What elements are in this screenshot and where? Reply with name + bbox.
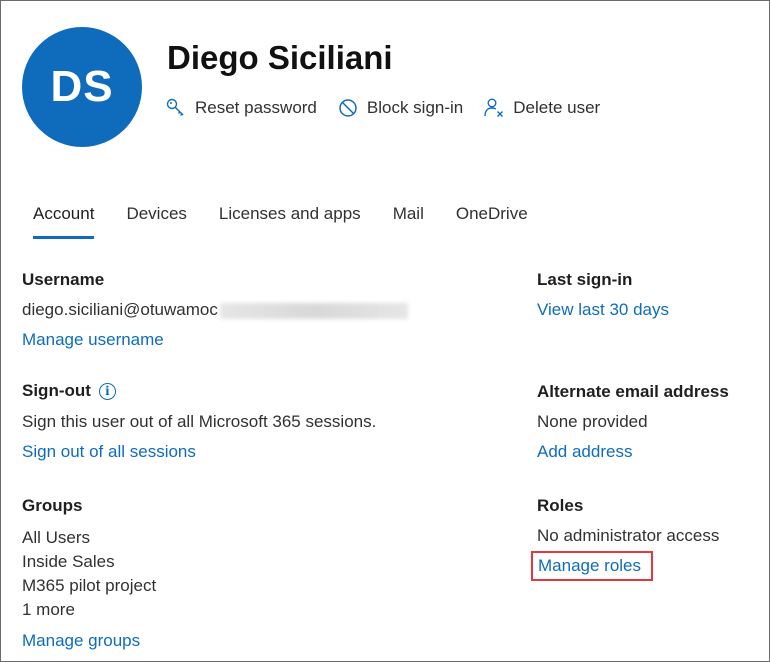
signout-section: Sign-out i Sign this user out of all Mic… [22,381,376,462]
reset-password-button[interactable]: Reset password [165,97,317,119]
tab-onedrive[interactable]: OneDrive [444,197,540,232]
manage-roles-highlight: Manage roles [531,551,719,581]
delete-user-label: Delete user [513,98,601,117]
avatar: DS [22,27,142,147]
tab-mail[interactable]: Mail [381,197,436,232]
username-value-row: diego.siciliani@otuwamoc [22,300,408,320]
alt-email-section: Alternate email address None provided Ad… [537,382,729,462]
tab-account[interactable]: Account [21,197,106,239]
signout-label: Sign-out [22,381,91,400]
list-item: Inside Sales [22,552,115,571]
manage-username-link[interactable]: Manage username [22,330,408,350]
groups-label: Groups [22,496,83,515]
roles-section: Roles No administrator access Manage rol… [531,496,720,581]
tab-bar: Account Devices Licenses and apps Mail O… [21,197,548,239]
alt-email-label: Alternate email address [537,382,729,401]
roles-value: No administrator access [537,526,720,545]
key-icon [165,97,187,119]
tab-licenses-and-apps[interactable]: Licenses and apps [207,197,373,232]
reset-password-label: Reset password [195,98,317,117]
delete-user-button[interactable]: Delete user [483,97,600,119]
last-signin-section: Last sign-in View last 30 days [537,270,669,320]
username-label: Username [22,270,105,289]
username-value: diego.siciliani@otuwamoc [22,300,218,319]
block-sign-in-label: Block sign-in [366,98,464,117]
delete-user-icon [483,97,505,119]
username-section: Username diego.siciliani@otuwamoc Manage… [22,270,408,350]
view-last-30-days-link[interactable]: View last 30 days [537,300,669,320]
groups-list: All Users Inside Sales M365 pilot projec… [22,526,156,622]
block-icon [337,97,359,119]
list-item: M365 pilot project [22,576,157,595]
list-item: All Users [22,528,91,547]
avatar-initials: DS [50,62,114,111]
redacted-domain [219,302,408,319]
roles-label: Roles [537,496,584,515]
block-sign-in-button[interactable]: Block sign-in [337,97,463,119]
list-item: 1 more [22,600,75,619]
signout-label-row: Sign-out i [22,381,376,401]
user-details-panel: DS Diego Siciliani Reset password Block … [0,0,770,662]
alt-email-value: None provided [537,412,648,431]
info-icon[interactable]: i [98,382,116,400]
user-actions: Reset password Block sign-in Delete user [165,97,600,119]
groups-section: Groups All Users Inside Sales M365 pilot… [22,496,156,651]
sign-out-all-sessions-link[interactable]: Sign out of all sessions [22,442,376,462]
manage-groups-link[interactable]: Manage groups [22,631,156,651]
signout-description: Sign this user out of all Microsoft 365 … [22,412,377,431]
user-display-name: Diego Siciliani [167,39,393,76]
tab-devices[interactable]: Devices [114,197,198,232]
last-signin-label: Last sign-in [537,270,633,289]
add-address-link[interactable]: Add address [537,442,729,462]
manage-roles-link[interactable]: Manage roles [531,551,654,581]
